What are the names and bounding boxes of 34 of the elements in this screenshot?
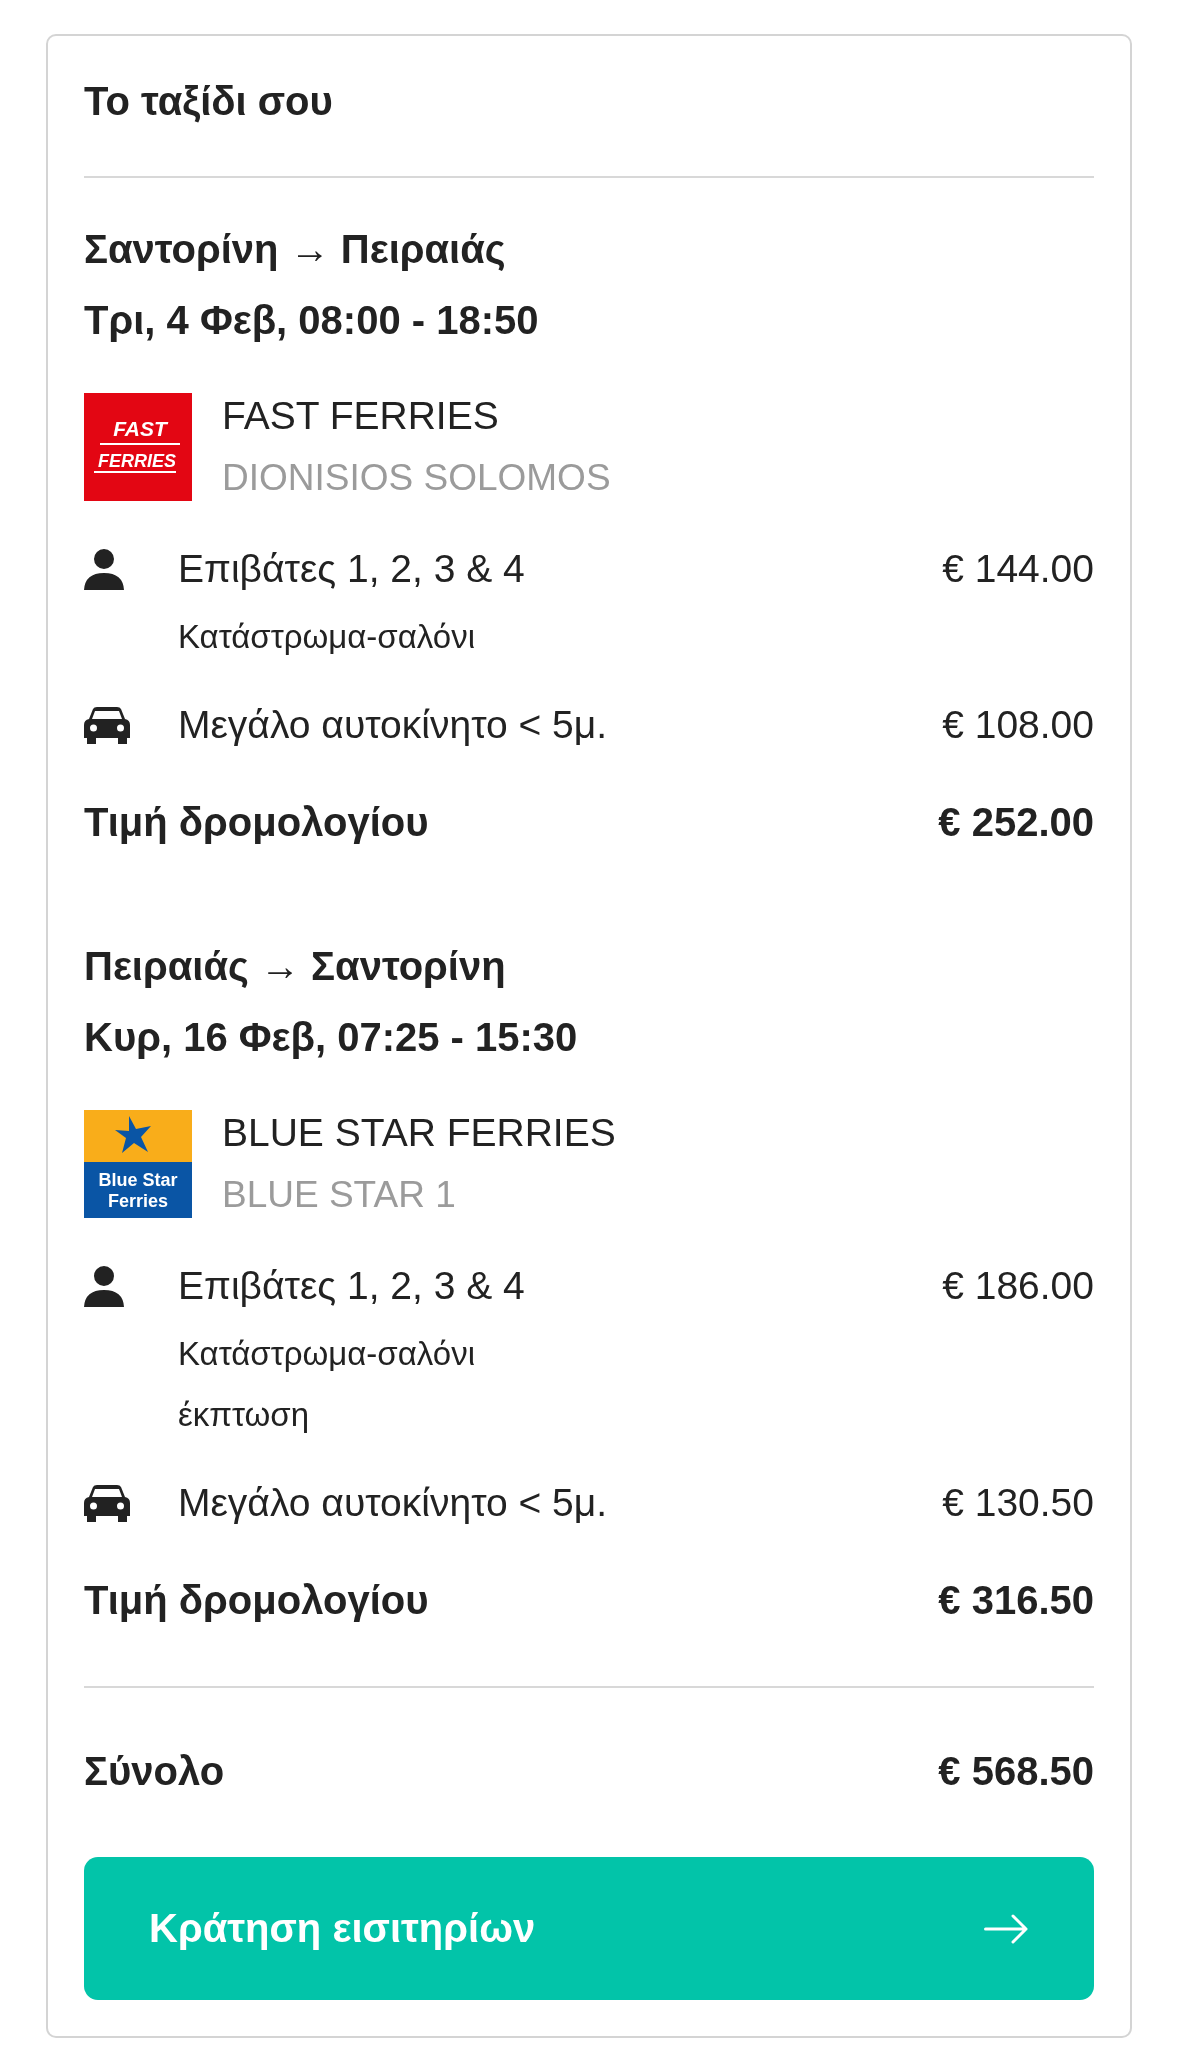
subtotal-label: Τιμή δρομολογίου — [84, 799, 429, 846]
fare-price: € 108.00 — [942, 702, 1094, 748]
operator-logo: Blue Star Ferries — [84, 1110, 192, 1218]
arrow-right-icon — [984, 1913, 1028, 1944]
car-icon — [84, 706, 130, 744]
vessel-name: DIONISIOS SOLOMOS — [222, 456, 611, 500]
fare-price: € 144.00 — [942, 546, 1094, 592]
schedule-text: Τρι, 4 Φεβ, 08:00 - 18:50 — [84, 297, 540, 344]
subtotal-price: € 316.50 — [938, 1577, 1094, 1624]
total-label: Σύνολο — [84, 1748, 225, 1795]
total-price: € 568.50 — [938, 1748, 1094, 1795]
operator-name: FAST FERRIES — [222, 393, 500, 439]
book-button[interactable]: Κράτηση εισιτηρίων — [84, 1857, 1094, 2000]
person-icon — [84, 548, 124, 590]
person-icon — [84, 1265, 124, 1307]
fare-label: Μεγάλο αυτοκίνητο < 5μ. — [178, 1480, 608, 1526]
fare-label: Μεγάλο αυτοκίνητο < 5μ. — [178, 702, 608, 748]
subtotal-label: Τιμή δρομολογίου — [84, 1577, 429, 1624]
route-title: Πειραιάς → Σαντορίνη — [84, 943, 507, 990]
fare-label: Επιβάτες 1, 2, 3 & 4 — [178, 546, 525, 592]
fare-note: έκπτωση — [178, 1395, 311, 1435]
fare-price: € 130.50 — [942, 1480, 1094, 1526]
fare-price: € 186.00 — [942, 1263, 1094, 1309]
operator-logo: FAST FERRIES — [84, 393, 192, 501]
card-title: Το ταξίδι σου — [84, 78, 334, 125]
car-icon — [84, 1484, 130, 1522]
fare-note: Κατάστρωμα-σαλόνι — [178, 1334, 476, 1374]
subtotal-price: € 252.00 — [938, 799, 1094, 846]
vessel-name: BLUE STAR 1 — [222, 1173, 457, 1217]
fare-label: Επιβάτες 1, 2, 3 & 4 — [178, 1263, 525, 1309]
schedule-text: Κυρ, 16 Φεβ, 07:25 - 15:30 — [84, 1014, 579, 1061]
operator-name: BLUE STAR FERRIES — [222, 1110, 616, 1156]
fare-note: Κατάστρωμα-σαλόνι — [178, 617, 476, 657]
route-title: Σαντορίνη → Πειραιάς — [84, 226, 507, 273]
